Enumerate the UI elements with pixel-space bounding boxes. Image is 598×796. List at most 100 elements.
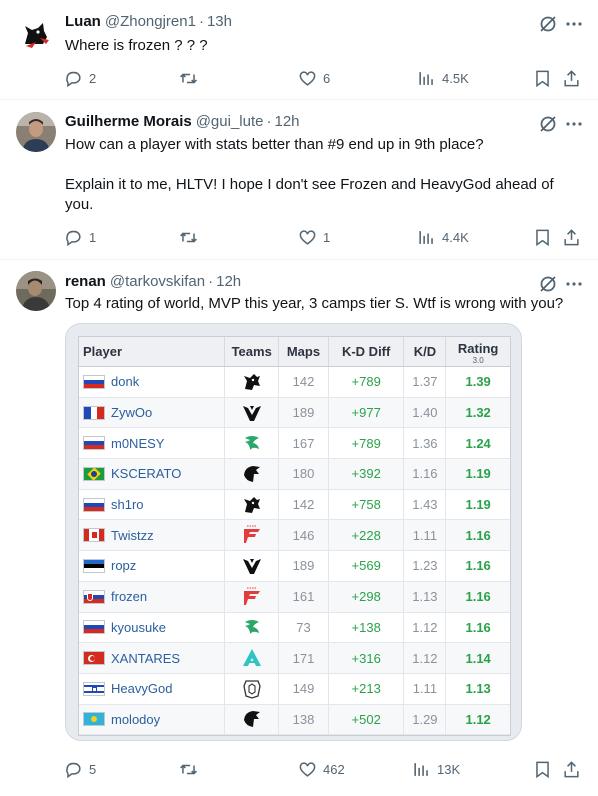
avatar[interactable]: [16, 112, 56, 152]
player-name[interactable]: m0NESY: [111, 436, 164, 451]
kd-diff-cell: +298: [329, 581, 405, 612]
tweet-text-line: Explain it to me, HLTV! I hope I don't s…: [65, 176, 554, 213]
like-button[interactable]: 462: [298, 758, 345, 780]
like-button[interactable]: 1: [298, 226, 330, 248]
retweet-button[interactable]: [179, 758, 204, 780]
timestamp[interactable]: 13h: [207, 13, 232, 30]
maps-cell: 189: [279, 551, 329, 581]
team-cell: [225, 397, 280, 428]
rating-cell: 1.16: [465, 558, 491, 574]
more-icon[interactable]: [564, 114, 584, 134]
player-name[interactable]: HeavyGod: [111, 681, 172, 696]
team-cell: [225, 551, 280, 581]
retweet-button[interactable]: [179, 226, 204, 248]
views-button[interactable]: 4.4K: [417, 226, 469, 248]
reply-button[interactable]: 2: [64, 67, 96, 89]
avatar[interactable]: [16, 271, 56, 311]
bookmark-button[interactable]: [533, 758, 552, 780]
kd-diff-cell: +789: [329, 367, 405, 397]
player-name[interactable]: Twistzz: [111, 528, 154, 543]
tweet[interactable]: Luan @Zhongjren1 · 13h Where is frozen ? ? …: [0, 0, 598, 100]
author-name[interactable]: Guilherme Morais: [65, 113, 192, 130]
tweet[interactable]: renan @tarkovskifan · 12h Top 4 rating of w…: [0, 260, 598, 796]
reply-button[interactable]: 1: [64, 226, 96, 248]
tr-flag-icon: [83, 651, 105, 666]
tweet[interactable]: Guilherme Morais @gui_lute · 12h How can a …: [0, 100, 598, 260]
reply-icon: [66, 71, 81, 87]
more-icon[interactable]: [564, 14, 584, 34]
attached-image[interactable]: Player Teams Maps K-D Diff K/D Rating 3.…: [65, 323, 522, 741]
player-cell: kyousuke: [79, 612, 226, 643]
team-cell: [225, 673, 280, 704]
kd-cell: 1.43: [404, 489, 447, 520]
views-button[interactable]: 13K: [412, 758, 460, 780]
like-count: 1: [323, 229, 331, 245]
maps-cell: 161: [279, 581, 329, 612]
kd-cell: 1.11: [404, 673, 447, 704]
author-name[interactable]: renan: [65, 273, 106, 290]
bookmark-button[interactable]: [533, 226, 552, 248]
retweet-button[interactable]: [179, 67, 204, 89]
grok-icon[interactable]: [538, 274, 558, 294]
kd-diff-cell: +392: [329, 459, 405, 489]
team-cell: [225, 643, 280, 673]
timestamp[interactable]: 12h: [274, 113, 299, 130]
player-name[interactable]: frozen: [111, 589, 147, 604]
share-button[interactable]: [562, 758, 581, 780]
share-button[interactable]: [562, 67, 581, 89]
share-button[interactable]: [562, 226, 581, 248]
sk-flag-icon: [83, 589, 105, 604]
avatar[interactable]: [16, 14, 56, 54]
like-icon: [299, 70, 316, 86]
separator-dot: ·: [198, 13, 204, 30]
rating-cell: 1.12: [465, 711, 491, 727]
player-name[interactable]: ZywOo: [111, 405, 152, 420]
maps-cell: 73: [279, 612, 329, 643]
like-button[interactable]: 6: [298, 67, 330, 89]
kd-cell: 1.13: [404, 581, 447, 612]
player-name[interactable]: sh1ro: [111, 497, 144, 512]
author-handle[interactable]: @tarkovskifan: [110, 273, 205, 290]
author-name[interactable]: Luan: [65, 13, 101, 30]
team-cell: [225, 520, 280, 551]
rating-cell: 1.19: [465, 466, 491, 482]
player-name[interactable]: kyousuke: [111, 620, 166, 635]
kd-cell: 1.11: [404, 520, 447, 551]
table-row: ropz 189 +569 1.23 1.16: [79, 551, 510, 582]
rating-cell: 1.19: [465, 497, 491, 513]
bookmark-button[interactable]: [533, 67, 552, 89]
bookmark-icon: [536, 761, 549, 778]
kd-diff-cell: +758: [329, 489, 405, 520]
tweet-actions: 1 1 4.4K: [60, 226, 586, 248]
reply-button[interactable]: 5: [64, 758, 96, 780]
player-name[interactable]: molodoy: [111, 712, 160, 727]
player-name[interactable]: donk: [111, 374, 139, 389]
grok-icon[interactable]: [538, 114, 558, 134]
grok-icon[interactable]: [538, 14, 558, 34]
br-flag-icon: [83, 466, 105, 481]
column-header-rating: Rating 3.0: [446, 337, 510, 366]
more-icon[interactable]: [564, 274, 584, 294]
tweet-actions: 2 6 4.5K: [60, 67, 586, 89]
timestamp[interactable]: 12h: [216, 273, 241, 290]
author-handle[interactable]: @gui_lute: [196, 113, 264, 130]
player-name[interactable]: ropz: [111, 558, 136, 573]
faze-logo-icon: [241, 586, 263, 608]
rating-cell: 1.32: [465, 405, 491, 421]
reply-icon: [66, 230, 81, 246]
player-name[interactable]: KSCERATO: [111, 466, 181, 481]
retweet-icon: [180, 763, 197, 775]
kd-diff-cell: +789: [329, 428, 405, 459]
ru-flag-icon: [83, 374, 105, 389]
spirit-logo-icon: [241, 494, 263, 516]
maps-cell: 142: [279, 367, 329, 397]
rating-cell: 1.16: [465, 527, 491, 543]
like-count: 462: [323, 761, 345, 777]
column-header-kd: K/D: [404, 337, 447, 366]
views-button[interactable]: 4.5K: [417, 67, 469, 89]
author-handle[interactable]: @Zhongjren1: [105, 13, 196, 30]
player-name[interactable]: XANTARES: [111, 651, 180, 666]
table-row: ZywOo 189 +977 1.40 1.32: [79, 397, 510, 429]
g2-logo-icon: [241, 678, 263, 700]
player-cell: KSCERATO: [79, 459, 226, 489]
